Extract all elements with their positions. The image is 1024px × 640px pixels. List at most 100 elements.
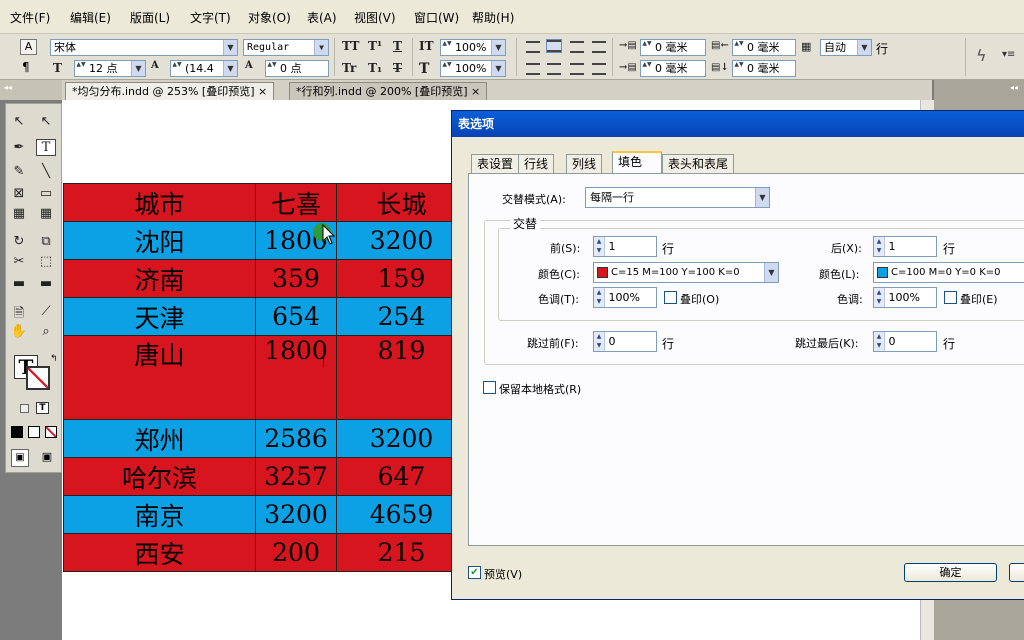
apply-gradient-icon[interactable] <box>28 426 40 438</box>
tab-fills[interactable]: 填色 <box>612 151 662 174</box>
preview-checkbox[interactable]: ✔ <box>468 566 481 579</box>
table-cell[interactable]: 哈尔滨 <box>63 457 256 496</box>
first-rows-input[interactable]: ▲ ▼ 1 <box>593 236 657 257</box>
overprint-1-checkbox[interactable] <box>664 291 677 304</box>
table-row[interactable]: 沈阳 1800 3200 <box>63 221 467 260</box>
table-cell[interactable]: 200 <box>255 533 337 572</box>
underline-icon[interactable]: T <box>393 39 402 53</box>
table-cell[interactable]: 3257 <box>255 457 337 496</box>
direct-selection-tool-icon[interactable]: ↖ <box>36 114 56 129</box>
table-cell[interactable]: 3200 <box>255 495 337 534</box>
apply-none-icon[interactable] <box>45 426 57 438</box>
table-cell[interactable]: 4659 <box>336 495 467 534</box>
superscript-icon[interactable]: T¹ <box>368 39 382 53</box>
close-icon[interactable]: × <box>258 85 267 98</box>
vertical-scale-field[interactable]: ▲▼ 100% ▼ <box>440 39 506 56</box>
eyedropper-tool-icon[interactable]: ⟋ <box>36 304 56 319</box>
grid-tool-icon[interactable]: ▦ <box>36 206 56 221</box>
rotate-tool-icon[interactable]: ↻ <box>9 234 29 249</box>
table-cell[interactable]: 215 <box>336 533 467 572</box>
next-rows-input[interactable]: ▲ ▼ 1 <box>873 236 937 257</box>
auto-select[interactable]: 自动 ▼ <box>820 39 872 56</box>
table-cell[interactable]: 647 <box>336 457 467 496</box>
selection-tool-icon[interactable]: ↖ <box>9 114 29 129</box>
menu-object[interactable]: 对象(O) <box>248 9 291 26</box>
right-indent-field[interactable]: ▲▼ 0 毫米 <box>732 39 796 56</box>
first-line-indent-field[interactable]: ▲▼ 0 毫米 <box>640 60 706 77</box>
table-cell[interactable]: 3200 <box>336 221 467 260</box>
table-cell[interactable]: 159 <box>336 259 467 298</box>
scissors-tool-icon[interactable]: ✂ <box>9 254 29 269</box>
tab-table-setup[interactable]: 表设置 <box>471 154 520 173</box>
table-cell[interactable]: 254 <box>336 297 467 336</box>
line-tool-icon[interactable]: ╲ <box>36 164 56 179</box>
tab-column-strokes[interactable]: 列线 <box>566 154 603 173</box>
table-cell[interactable]: 2586 <box>255 419 337 458</box>
menu-type[interactable]: 文字(T) <box>190 9 231 26</box>
table-row[interactable]: 南京 3200 4659 <box>63 495 467 534</box>
pencil-tool-icon[interactable]: ✎ <box>9 164 29 179</box>
table-cell[interactable]: 沈阳 <box>63 221 256 260</box>
table-cell[interactable]: 城市 <box>63 183 256 222</box>
tint-1-input[interactable]: ▲ ▼ 100% <box>593 287 657 308</box>
spinner-icon[interactable]: ▲▼ <box>874 288 885 307</box>
table-row[interactable]: 天津 654 254 <box>63 297 467 336</box>
close-icon[interactable]: × <box>471 85 480 98</box>
free-transform-tool-icon[interactable]: ⬚ <box>36 254 56 269</box>
overprint-2-checkbox[interactable] <box>944 291 957 304</box>
spinner-icon[interactable]: ▲▼ <box>594 332 605 351</box>
table-row[interactable]: 郑州 2586 3200 <box>63 419 467 458</box>
menu-window[interactable]: 窗口(W) <box>414 9 459 26</box>
spinner-icon[interactable]: ▲▼ <box>442 40 452 55</box>
table-cell[interactable]: 济南 <box>63 259 256 298</box>
tab-doc-1[interactable]: *均匀分布.indd @ 253% [叠印预览] × <box>65 82 275 100</box>
preserve-local-formatting-checkbox[interactable] <box>483 381 496 394</box>
spinner-icon[interactable]: ▲▼ <box>442 61 452 76</box>
formatting-container-icon[interactable] <box>20 404 29 413</box>
hand-tool-icon[interactable]: ✋ <box>9 324 29 339</box>
spinner-icon[interactable]: ▲▼ <box>594 237 605 256</box>
data-table[interactable]: 城市 七喜 长城 沈阳 1800 3200 济南 359 159 天津 654 … <box>63 183 467 572</box>
apply-color-icon[interactable] <box>11 426 23 438</box>
tab-row-strokes[interactable]: 行线 <box>518 154 555 173</box>
table-cell[interactable]: 天津 <box>63 297 256 336</box>
rectangle-frame-tool-icon[interactable]: ⊠ <box>9 186 29 201</box>
color-1-select[interactable]: C=15 M=100 Y=100 K=0 ▼ <box>593 262 779 283</box>
spinner-icon[interactable]: ▲▼ <box>734 61 744 76</box>
menu-layout[interactable]: 版面(L) <box>130 9 170 26</box>
font-style-select[interactable]: Regular ▼ <box>243 39 329 56</box>
ok-button[interactable]: 确定 <box>904 563 997 582</box>
rectangle-tool-icon[interactable]: ▭ <box>36 186 56 201</box>
spinner-icon[interactable]: ▲▼ <box>594 288 605 307</box>
color-2-select[interactable]: C=100 M=0 Y=0 K=0 <box>873 262 1024 283</box>
table-cell[interactable]: 819 <box>336 335 467 420</box>
normal-view-icon[interactable]: ▣ <box>11 449 29 467</box>
spinner-icon[interactable]: ▲▼ <box>874 237 885 256</box>
skip-last-input[interactable]: ▲ ▼ 0 <box>873 331 937 352</box>
gradient-tool-icon[interactable]: ▬ <box>9 276 29 291</box>
menu-table[interactable]: 表(A) <box>307 9 337 26</box>
tab-doc-2[interactable]: *行和列.indd @ 200% [叠印预览] × <box>289 82 488 100</box>
stroke-none-icon[interactable] <box>26 366 50 390</box>
note-tool-icon[interactable]: 🗎 <box>9 304 29 326</box>
collapse-icon[interactable]: ◂◂ <box>4 83 12 92</box>
table-row[interactable]: 哈尔滨 3257 647 <box>63 457 467 496</box>
left-indent-field[interactable]: ▲▼ 0 毫米 <box>640 39 706 56</box>
pen-tool-icon[interactable]: ✒ <box>9 140 29 155</box>
swap-icon[interactable]: ↰ <box>50 354 58 364</box>
justify-all-icon[interactable] <box>592 63 606 75</box>
align-right-icon[interactable] <box>570 41 584 53</box>
expand-icon[interactable]: ◂◂ <box>1010 83 1018 92</box>
paragraph-mode-icon[interactable]: ¶ <box>22 60 30 74</box>
table-row[interactable]: 济南 359 159 <box>63 259 467 298</box>
tint-2-input[interactable]: ▲ ▼ 100% <box>873 287 937 308</box>
menu-file[interactable]: 文件(F) <box>10 9 50 26</box>
font-size-field[interactable]: ▲▼ 12 点 ▼ <box>74 60 146 77</box>
table-row[interactable]: 唐山 1800 819 <box>63 335 467 420</box>
small-caps-icon[interactable]: Tr <box>342 61 356 75</box>
table-cell[interactable]: 郑州 <box>63 419 256 458</box>
spinner-icon[interactable]: ▲▼ <box>642 61 652 76</box>
align-left-icon[interactable] <box>526 41 540 53</box>
table-cell[interactable]: 654 <box>255 297 337 336</box>
zoom-tool-icon[interactable]: ⌕ <box>36 324 56 339</box>
